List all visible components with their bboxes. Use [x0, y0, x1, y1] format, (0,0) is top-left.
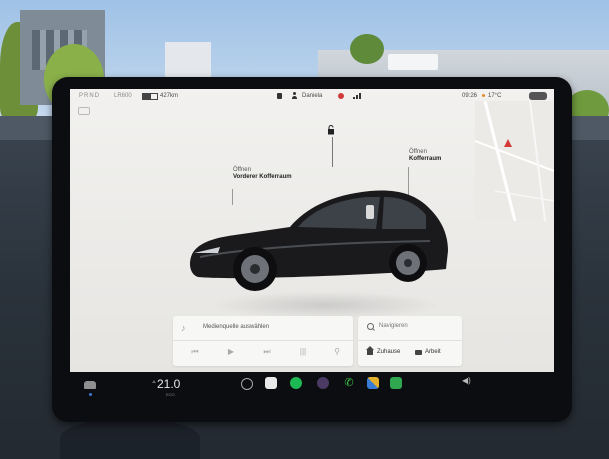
bottom-taskbar: 21.0 ECO ✆ ◀) — [70, 372, 554, 408]
headlight-icon[interactable] — [78, 107, 90, 115]
divider — [173, 340, 353, 341]
lte-signal-icon — [353, 93, 361, 99]
media-source-selector[interactable]: Medienquelle auswählen — [203, 324, 269, 330]
profile-icon[interactable] — [292, 92, 297, 99]
briefcase-icon[interactable] — [415, 350, 422, 355]
navigation-arrow-icon — [504, 139, 512, 147]
next-track-icon[interactable]: ⏭ — [259, 346, 275, 358]
toybox-app-icon[interactable] — [265, 377, 277, 389]
touchscreen-display: PRND LR600 427km Daniela 09:26 17°C Öffn… — [70, 89, 554, 372]
building-sign — [388, 54, 438, 70]
home-shortcut[interactable]: Zuhause — [377, 349, 400, 355]
trunk-name: Kofferraum — [409, 156, 442, 162]
media-player-card[interactable]: ♪ Medienquelle auswählen ⏮ ▶ ⏭ ||| ⚲ — [173, 316, 353, 366]
mini-map[interactable] — [475, 101, 554, 221]
building — [165, 42, 211, 78]
battery-icon — [142, 93, 158, 100]
camera-icon[interactable] — [317, 377, 329, 389]
trunk-button[interactable]: Öffnen Kofferraum — [409, 149, 441, 163]
range-label: LR600 — [114, 93, 132, 99]
trunk-action: Öffnen — [409, 149, 427, 155]
sun-icon — [482, 94, 485, 97]
equalizer-icon[interactable]: ||| — [295, 346, 311, 358]
cabin-temperature[interactable]: 21.0 — [157, 377, 180, 391]
active-indicator — [89, 393, 92, 396]
car-icon[interactable] — [84, 381, 96, 389]
range-value: 427km — [160, 93, 179, 99]
home-icon[interactable] — [366, 346, 374, 355]
apps-icon[interactable] — [367, 377, 379, 389]
music-note-icon: ♪ — [181, 323, 186, 333]
previous-track-icon[interactable]: ⏮ — [187, 346, 203, 358]
work-shortcut[interactable]: Arbeit — [425, 349, 441, 355]
gear-indicator: PRND — [79, 93, 101, 99]
clock: 09:26 — [462, 93, 478, 99]
lock-leader-line — [332, 137, 333, 167]
fan-icon[interactable] — [241, 378, 253, 390]
climate-mode: ECO — [166, 392, 175, 397]
search-icon[interactable]: ⚲ — [329, 346, 345, 358]
lock-icon[interactable] — [327, 125, 335, 135]
search-icon — [367, 323, 374, 330]
passenger-airbag-icon — [529, 92, 547, 100]
navigate-search-input[interactable]: Navigieren — [379, 323, 408, 329]
divider — [358, 340, 462, 341]
profile-name[interactable]: Daniela — [302, 93, 322, 99]
dashcam-record-icon[interactable] — [338, 93, 344, 99]
lock-icon[interactable] — [277, 93, 282, 99]
temperature-up-icon[interactable] — [152, 380, 156, 383]
outside-temperature: 17°C — [488, 93, 502, 99]
tree — [350, 34, 384, 64]
navigation-card[interactable]: Navigieren Zuhause Arbeit — [358, 316, 462, 366]
volume-icon[interactable]: ◀) — [462, 376, 471, 385]
phone-icon[interactable]: ✆ — [343, 377, 355, 389]
play-icon[interactable]: ▶ — [223, 346, 239, 358]
calendar-icon[interactable] — [390, 377, 402, 389]
car-model-image — [190, 190, 448, 291]
seat — [60, 418, 200, 459]
spotify-icon[interactable] — [290, 377, 302, 389]
